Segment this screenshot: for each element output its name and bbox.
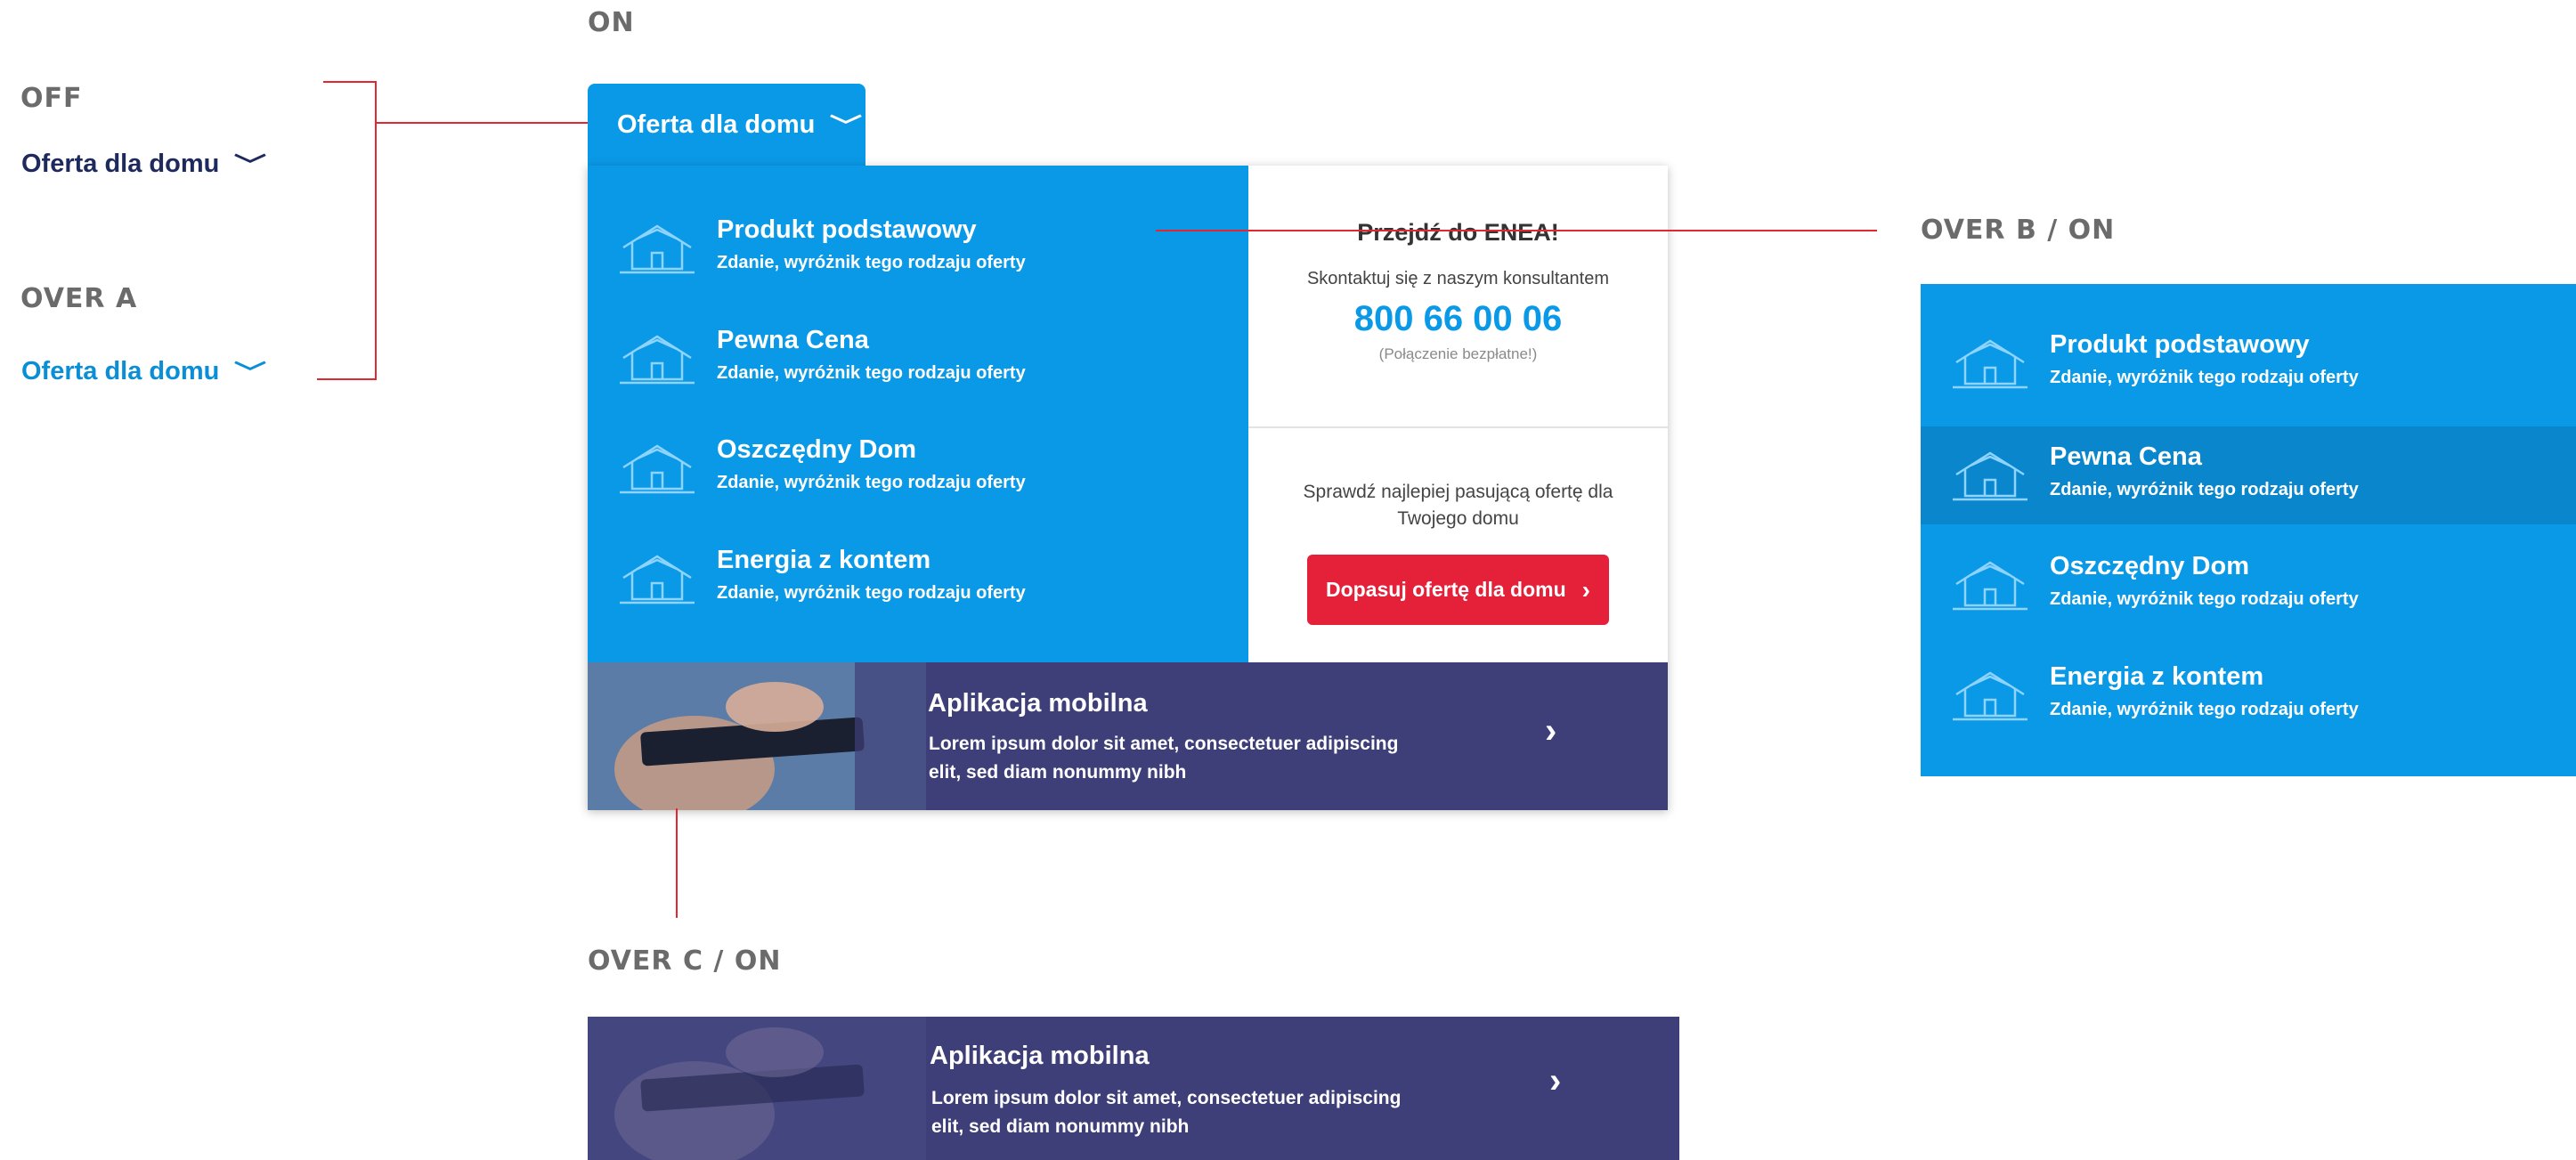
offer-subtitle: Zdanie, wyróżnik tego rodzaju oferty [717, 473, 1026, 492]
phone-hand-illustration [588, 1017, 926, 1160]
offer-item-energia-z-kontem[interactable]: Energia z kontem Zdanie, wyróżnik tego r… [1921, 646, 2576, 744]
offer-title: Produkt podstawowy [717, 215, 977, 244]
nav-link-label: Oferta dla domu [21, 357, 220, 385]
house-icon [620, 444, 695, 494]
annotation-line [375, 122, 618, 124]
chevron-right-icon: › [1581, 575, 1590, 604]
state-label-on: ON [588, 7, 635, 38]
nav-tab-label: Oferta dla domu [617, 110, 816, 139]
offer-subtitle: Zdanie, wyróżnik tego rodzaju oferty [2050, 700, 2359, 719]
chevron-down-icon: ﹀ [234, 152, 267, 179]
state-label-off: OFF [20, 83, 83, 114]
chevron-down-icon: ﹀ [234, 360, 267, 386]
mobile-app-description: Lorem ipsum dolor sit amet, consectetuer… [929, 734, 1399, 783]
nav-tab-active[interactable]: Oferta dla domu ﹀ [588, 84, 865, 166]
contact-note: (Połączenie bezpłatne!) [1378, 345, 1538, 362]
chevron-down-icon: ﹀ [830, 112, 863, 140]
offer-subtitle: Zdanie, wyróżnik tego rodzaju oferty [2050, 480, 2359, 499]
mega-menu: Produkt podstawowy Zdanie, wyróżnik tego… [588, 166, 1668, 810]
contact-phone[interactable]: 800 66 00 06 [1248, 299, 1668, 339]
mobile-app-title: Aplikacja mobilna [930, 1042, 1150, 1070]
annotation-line [676, 808, 678, 918]
chevron-right-icon[interactable]: › [1545, 711, 1556, 751]
offer-title: Oszczędny Dom [2050, 552, 2249, 580]
chevron-right-icon[interactable]: › [1549, 1061, 1561, 1101]
phone-photo [588, 662, 926, 810]
contact-title: Przejdź do ENEA! [1357, 219, 1559, 246]
mobile-app-banner-hover[interactable]: Aplikacja mobilna Lorem ipsum dolor sit … [588, 1017, 1679, 1160]
house-icon [620, 335, 695, 385]
match-offer-button-label: Dopasuj ofertę dla domu [1326, 578, 1566, 601]
house-icon [1953, 561, 2027, 611]
annotation-line [375, 81, 377, 380]
house-icon [1953, 339, 2027, 389]
offer-item-energia-z-kontem[interactable]: Energia z kontem Zdanie, wyróżnik tego r… [588, 530, 1248, 628]
offer-subtitle: Zdanie, wyróżnik tego rodzaju oferty [2050, 368, 2359, 387]
state-label-over-b-on: OVER B / ON [1921, 215, 2116, 246]
divider [1248, 426, 1668, 428]
house-icon [620, 555, 695, 604]
mobile-app-banner[interactable]: Aplikacja mobilna Lorem ipsum dolor sit … [588, 662, 1668, 810]
annotation-line [323, 81, 377, 83]
house-icon [1953, 671, 2027, 721]
offer-subtitle: Zdanie, wyróżnik tego rodzaju oferty [717, 363, 1026, 383]
contact-subtitle: Skontaktuj się z naszym konsultantem [1306, 269, 1610, 288]
offer-item-pewna-cena-hovered[interactable]: Pewna Cena Zdanie, wyróżnik tego rodzaju… [1921, 426, 2576, 524]
offer-list: Produkt podstawowy Zdanie, wyróżnik tego… [588, 166, 1248, 662]
annotation-line [317, 378, 377, 380]
annotation-line [1156, 230, 1877, 231]
offer-item-produkt-podstawowy[interactable]: Produkt podstawowy Zdanie, wyróżnik tego… [1921, 314, 2576, 412]
house-icon [1953, 451, 2027, 501]
offer-title: Pewna Cena [2050, 442, 2202, 471]
offer-item-pewna-cena[interactable]: Pewna Cena Zdanie, wyróżnik tego rodzaju… [588, 310, 1248, 408]
contact-panel: Przejdź do ENEA! Skontaktuj się z naszym… [1248, 166, 1668, 662]
offer-title: Energia z kontem [2050, 662, 2264, 691]
offer-list-hover-state: Produkt podstawowy Zdanie, wyróżnik tego… [1921, 284, 2576, 776]
nav-link-label: Oferta dla domu [21, 150, 220, 178]
mobile-app-title: Aplikacja mobilna [928, 689, 1148, 718]
offer-title: Oszczędny Dom [717, 435, 916, 464]
offer-title: Pewna Cena [717, 326, 869, 354]
mobile-app-description: Lorem ipsum dolor sit amet, consectetuer… [931, 1088, 1402, 1137]
offer-subtitle: Zdanie, wyróżnik tego rodzaju oferty [2050, 589, 2359, 609]
phone-hand-illustration [588, 662, 926, 810]
match-text: Sprawdź najlepiej pasującą ofertę dla Tw… [1303, 482, 1613, 529]
nav-link-over-a[interactable]: Oferta dla domu ﹀ [21, 355, 267, 388]
state-label-over-c-on: OVER C / ON [588, 945, 782, 977]
offer-item-oszczedny-dom[interactable]: Oszczędny Dom Zdanie, wyróżnik tego rodz… [588, 419, 1248, 517]
state-label-over-a: OVER A [20, 283, 138, 314]
offer-subtitle: Zdanie, wyróżnik tego rodzaju oferty [717, 253, 1026, 272]
nav-link-off[interactable]: Oferta dla domu ﹀ [21, 148, 267, 181]
offer-item-oszczedny-dom[interactable]: Oszczędny Dom Zdanie, wyróżnik tego rodz… [1921, 536, 2576, 634]
offer-title: Energia z kontem [717, 546, 931, 574]
offer-item-produkt-podstawowy[interactable]: Produkt podstawowy Zdanie, wyróżnik tego… [588, 199, 1248, 297]
house-icon [620, 224, 695, 274]
match-offer-button[interactable]: Dopasuj ofertę dla domu › [1307, 555, 1609, 625]
offer-title: Produkt podstawowy [2050, 330, 2310, 359]
offer-subtitle: Zdanie, wyróżnik tego rodzaju oferty [717, 583, 1026, 603]
